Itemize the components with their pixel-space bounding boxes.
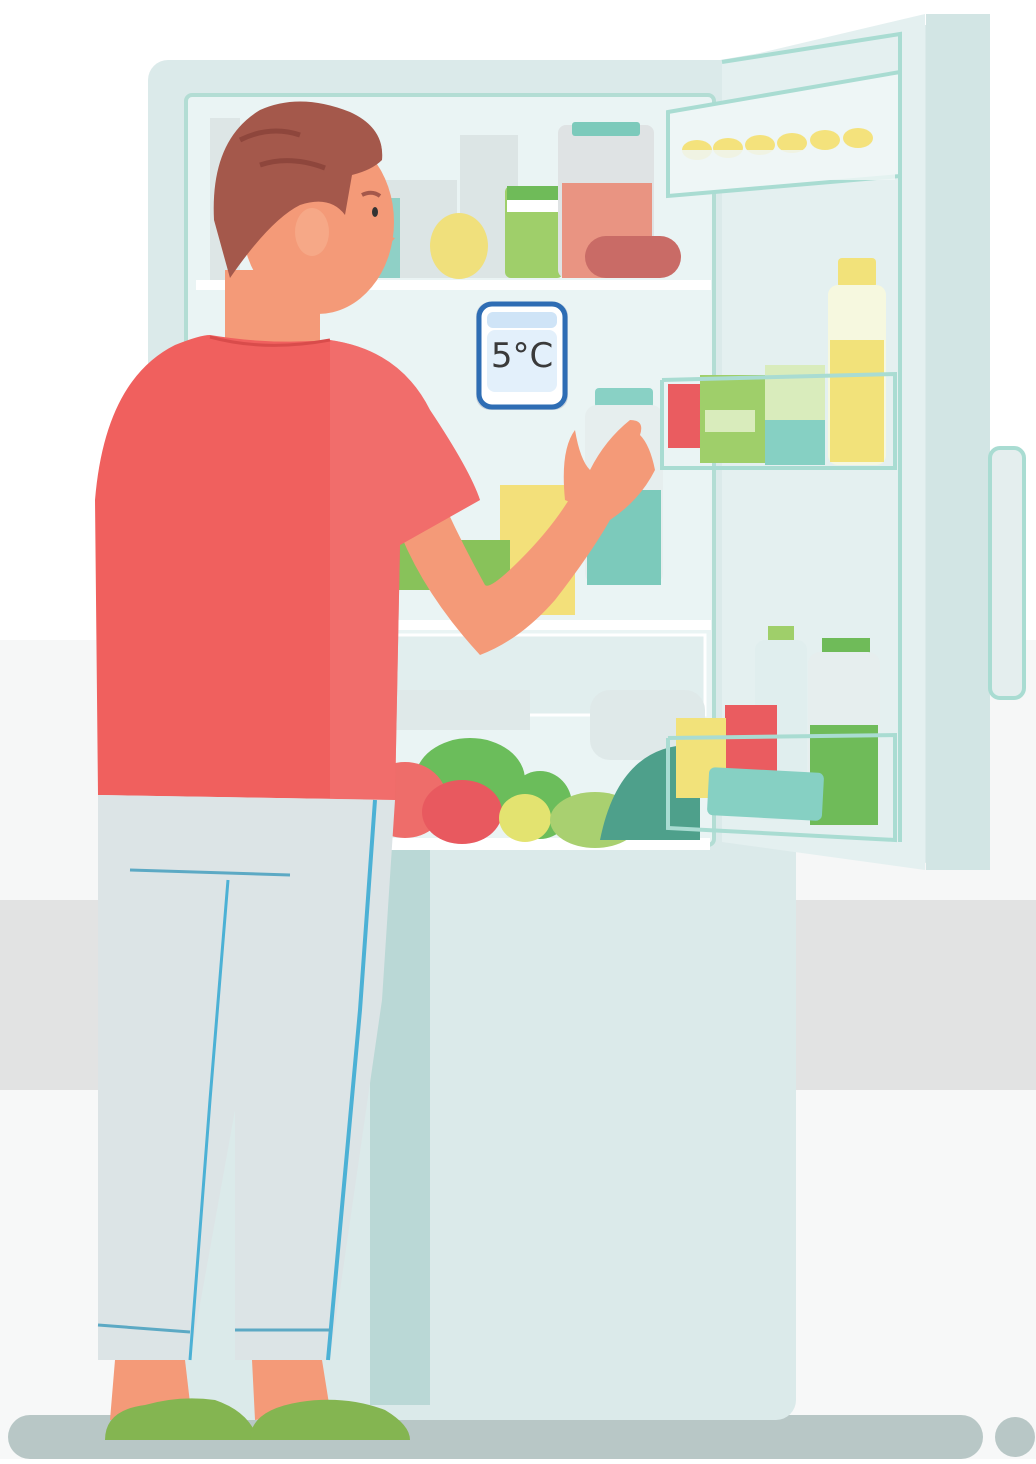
thermostat-display: 5°C bbox=[476, 301, 568, 410]
tomato bbox=[422, 780, 502, 844]
illustration: 5°C bbox=[0, 0, 1036, 1459]
fridge-scene: 5°C bbox=[0, 0, 1036, 1459]
open-door bbox=[660, 14, 1026, 870]
ear bbox=[295, 208, 329, 256]
temperature-label: 5°C bbox=[491, 336, 553, 376]
door-handle bbox=[988, 446, 1026, 700]
sausage bbox=[585, 236, 681, 278]
lemon bbox=[430, 213, 488, 279]
